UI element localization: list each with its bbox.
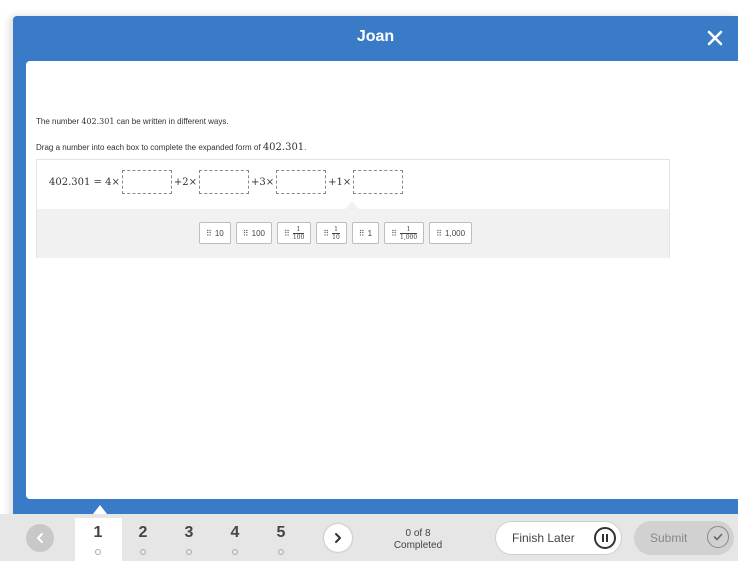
grip-icon: ⠿: [242, 228, 249, 238]
progress-count: 0 of 8: [405, 528, 431, 539]
window-header: Joan: [13, 16, 738, 62]
question-navigation-footer: 1 2 3 4 5 0 of 8 Completed Finish Later …: [0, 514, 738, 561]
question-status-dot-4: [232, 549, 238, 555]
question-status-dot-1: [95, 549, 101, 555]
submit-button[interactable]: Submit: [634, 521, 734, 555]
question-intro: The number 402.301 can be written in dif…: [36, 117, 229, 126]
expanded-form-equation: 402.301 = 4× +2× +3× +1×: [49, 170, 405, 194]
tile-one-thousandth[interactable]: ⠿ 1 1,000: [384, 222, 425, 244]
drop-box-4[interactable]: [353, 170, 404, 194]
intro-number: 402.301: [81, 117, 115, 126]
question-tab-1[interactable]: 1: [88, 524, 108, 542]
question-status-dot-5: [278, 549, 284, 555]
finish-later-button[interactable]: Finish Later: [495, 521, 622, 555]
window-title: Joan: [356, 28, 395, 45]
drop-box-2[interactable]: [198, 170, 249, 194]
close-button[interactable]: [702, 25, 728, 51]
answer-tray: ⠿ 10 ⠿ 100 ⠿ 1 100 ⠿ 1 10 ⠿ 1 ⠿ 1 1,000 ⠿ 1,000: [37, 201, 669, 258]
check-icon: [707, 526, 729, 548]
problem-area: 402.301 = 4× +2× +3× +1× ⠿ 10 ⠿ 100 ⠿ 1 100 …: [36, 159, 670, 258]
drop-box-3[interactable]: [276, 170, 327, 194]
next-question-button[interactable]: [324, 524, 352, 552]
drop-box-1[interactable]: [121, 170, 172, 194]
question-tab-4[interactable]: 4: [225, 524, 245, 542]
question-panel: [26, 61, 738, 499]
close-icon: [707, 30, 723, 46]
question-instruction: Drag a number into each box to complete …: [36, 142, 307, 153]
tile-1000[interactable]: ⠿ 1,000: [429, 222, 473, 244]
question-status-dot-3: [186, 549, 192, 555]
grip-icon: ⠿: [436, 228, 442, 238]
question-status-dot-2: [140, 549, 146, 555]
previous-question-button[interactable]: [26, 524, 54, 552]
chevron-right-icon: [335, 533, 341, 543]
grip-icon: ⠿: [391, 228, 397, 238]
question-tab-5[interactable]: 5: [271, 524, 291, 542]
question-tab-3[interactable]: 3: [179, 524, 199, 542]
instruction-number: 402.301: [262, 142, 305, 153]
tray-pointer: [344, 201, 360, 217]
tile-one-hundredth[interactable]: ⠿ 1 100: [276, 222, 312, 244]
grip-icon: ⠿: [206, 228, 212, 238]
submit-label: Submit: [650, 531, 688, 545]
equation-op-3: +3×: [250, 176, 275, 188]
answer-tiles: ⠿ 10 ⠿ 100 ⠿ 1 100 ⠿ 1 10 ⠿ 1 ⠿ 1 1,000 ⠿ 1,000: [199, 222, 473, 244]
tile-1[interactable]: ⠿ 1: [351, 222, 380, 244]
equation-op-4: +1×: [328, 176, 352, 188]
progress-label: Completed: [393, 540, 443, 551]
pause-icon: [594, 527, 616, 549]
finish-later-label: Finish Later: [512, 531, 575, 545]
tile-100[interactable]: ⠿ 100: [235, 222, 272, 244]
active-question-pointer: [93, 505, 107, 514]
equation-op-2: +2×: [173, 176, 197, 188]
question-tab-2[interactable]: 2: [133, 524, 153, 542]
tile-10[interactable]: ⠿ 10: [199, 222, 231, 244]
equation-lhs: 402.301 = 4×: [49, 176, 120, 188]
chevron-left-icon: [37, 533, 43, 543]
grip-icon: ⠿: [283, 228, 290, 238]
progress-indicator: 0 of 8 Completed: [382, 528, 454, 552]
grip-icon: ⠿: [323, 228, 329, 238]
grip-icon: ⠿: [358, 228, 365, 238]
tile-one-tenth[interactable]: ⠿ 1 10: [316, 222, 347, 244]
